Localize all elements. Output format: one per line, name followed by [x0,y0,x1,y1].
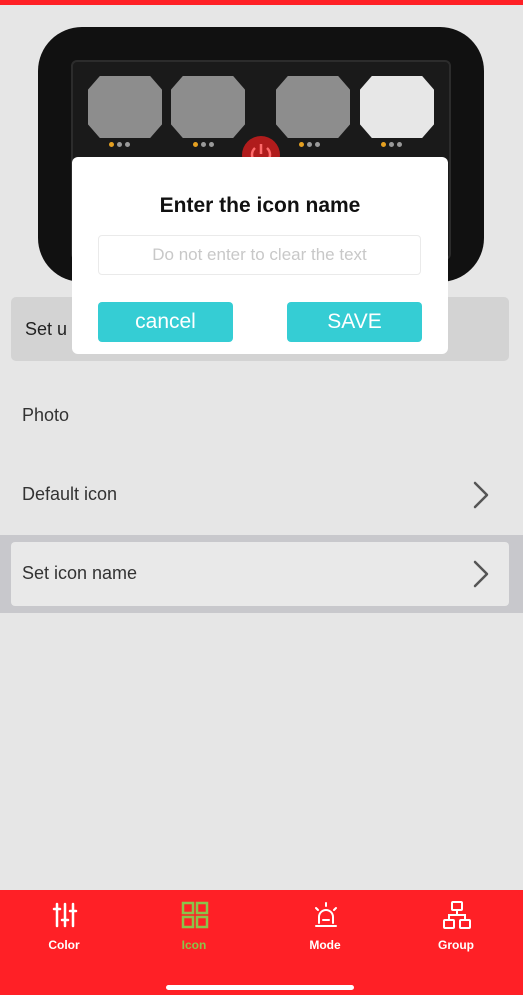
dialog-title: Enter the icon name [159,194,361,217]
status-strip [0,0,523,5]
chevron-right-icon [473,481,489,509]
set-icon-name-label: Set icon name [22,563,138,583]
group-hierarchy-icon [443,901,471,929]
tab-group[interactable]: Group [406,890,506,970]
tab-mode-label: Mode [309,938,341,952]
indicator-dots [299,142,320,147]
cancel-button[interactable]: cancel [98,302,233,342]
tab-color-label: Color [48,938,80,952]
alarm-light-icon [315,902,337,927]
list-item-set-icon-name[interactable]: Set icon name [11,542,509,606]
chevron-right-icon [473,560,489,588]
sliders-icon [52,902,78,928]
grid-icon [181,901,209,929]
list-item-photo[interactable]: Photo [0,377,523,455]
device-button-4[interactable] [360,76,434,138]
bottom-tab-bar: Color Icon Mode Group [0,890,523,995]
list-item-default-icon[interactable]: Default icon [0,456,523,534]
set-row-label: Set u [25,319,68,339]
device-button-1[interactable] [88,76,162,138]
save-button[interactable]: SAVE [287,302,422,342]
tab-group-label: Group [438,938,474,952]
tab-color[interactable]: Color [14,890,114,970]
tab-icon[interactable]: Icon [144,890,244,970]
tab-icon-label: Icon [181,938,207,952]
device-button-3[interactable] [276,76,350,138]
icon-name-input[interactable] [98,235,421,275]
device-button-2[interactable] [171,76,245,138]
photo-label: Photo [22,405,70,425]
indicator-dots [109,142,130,147]
indicator-dots [193,142,214,147]
default-icon-label: Default icon [22,484,118,504]
tab-mode[interactable]: Mode [275,890,375,970]
icon-name-dialog: Enter the icon name cancel SAVE [72,157,448,354]
indicator-dots [381,142,402,147]
home-indicator [166,985,354,990]
